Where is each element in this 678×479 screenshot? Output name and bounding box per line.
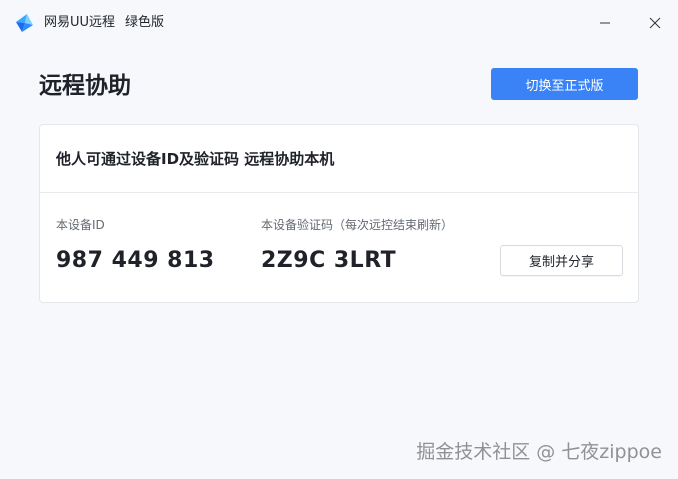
verification-code-value: 2Z9C 3LRT	[261, 248, 397, 273]
verification-code-label: 本设备验证码（每次远控结束刷新）	[261, 218, 454, 232]
app-edition: 绿色版	[125, 15, 165, 30]
window-title: 网易UU远程 绿色版	[44, 14, 164, 32]
app-window: 网易UU远程 绿色版 远程协助 切换至正式版 他人可通过设备ID及验证码 远程协助…	[0, 0, 678, 479]
switch-to-official-button[interactable]: 切换至正式版	[491, 68, 638, 100]
device-id-label: 本设备ID	[56, 218, 105, 232]
card-header: 他人可通过设备ID及验证码 远程协助本机	[40, 125, 638, 193]
remote-assist-card: 他人可通过设备ID及验证码 远程协助本机 本设备ID 987 449 813 本…	[39, 124, 639, 303]
uu-logo-icon	[14, 13, 34, 33]
card-heading: 他人可通过设备ID及验证码 远程协助本机	[56, 150, 335, 168]
device-id-value: 987 449 813	[56, 248, 215, 273]
app-name: 网易UU远程	[44, 15, 116, 30]
close-icon	[649, 17, 661, 29]
minimize-button[interactable]	[593, 11, 617, 35]
title-bar: 网易UU远程 绿色版	[0, 0, 678, 46]
copy-and-share-button[interactable]: 复制并分享	[500, 245, 623, 276]
minimize-icon	[600, 22, 610, 24]
watermark: 掘金技术社区 @ 七夜zippoe	[416, 441, 662, 463]
page-title: 远程协助	[39, 73, 131, 99]
close-button[interactable]	[643, 11, 667, 35]
